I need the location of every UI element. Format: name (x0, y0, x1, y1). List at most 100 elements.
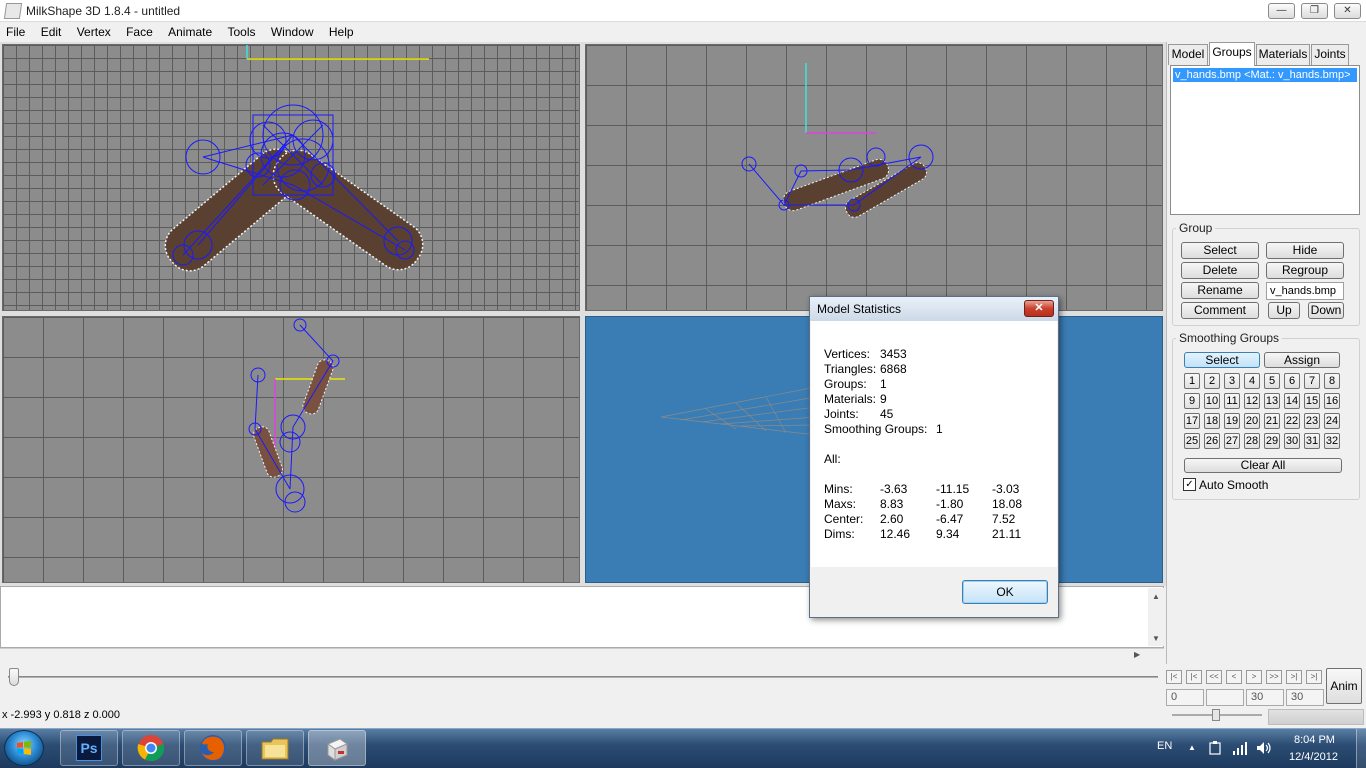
viewport-top[interactable] (585, 44, 1163, 311)
horizontal-scrollbar[interactable]: ▶ (0, 648, 1164, 662)
group-down-button[interactable]: Down (1308, 302, 1344, 319)
tab-joints[interactable]: Joints (1311, 44, 1349, 65)
menu-help[interactable]: Help (323, 22, 360, 39)
smoothing-group-button-32[interactable]: 32 (1324, 433, 1340, 449)
tab-model[interactable]: Model (1168, 44, 1208, 65)
side-view-model (248, 318, 345, 513)
group-regroup-button[interactable]: Regroup (1266, 262, 1344, 279)
smoothing-group-button-3[interactable]: 3 (1224, 373, 1240, 389)
smoothing-group-button-14[interactable]: 14 (1284, 393, 1300, 409)
smoothing-group-button-4[interactable]: 4 (1244, 373, 1260, 389)
frame-current-field[interactable] (1206, 689, 1244, 706)
group-list-item[interactable]: v_hands.bmp <Mat.: v_hands.bmp> (1173, 68, 1357, 82)
rewind-button[interactable]: << (1206, 670, 1222, 684)
close-button[interactable]: ✕ (1334, 3, 1361, 19)
tab-materials[interactable]: Materials (1256, 44, 1310, 65)
smoothing-group-button-30[interactable]: 30 (1284, 433, 1300, 449)
smoothing-group-button-28[interactable]: 28 (1244, 433, 1260, 449)
group-hide-button[interactable]: Hide (1266, 242, 1344, 259)
first-frame-button[interactable]: |< (1166, 670, 1182, 684)
language-indicator[interactable]: EN (1157, 740, 1172, 752)
smoothing-group-button-1[interactable]: 1 (1184, 373, 1200, 389)
next-frame-button[interactable]: > (1246, 670, 1262, 684)
tab-groups[interactable]: Groups (1209, 42, 1255, 66)
ok-button[interactable]: OK (962, 580, 1048, 604)
smoothing-group-button-6[interactable]: 6 (1284, 373, 1300, 389)
show-desktop-button[interactable] (1356, 729, 1366, 768)
network-icon[interactable] (1232, 740, 1248, 756)
smoothing-clear-all-button[interactable]: Clear All (1184, 458, 1342, 473)
menu-vertex[interactable]: Vertex (71, 22, 117, 39)
message-scrollbar[interactable]: ▲ ▼ (1148, 588, 1164, 646)
smoothing-group-button-7[interactable]: 7 (1304, 373, 1320, 389)
next-key-button[interactable]: >| (1286, 670, 1302, 684)
smoothing-group-button-12[interactable]: 12 (1244, 393, 1260, 409)
smoothing-group-button-18[interactable]: 18 (1204, 413, 1220, 429)
taskbar-milkshape[interactable] (308, 730, 366, 766)
dialog-close-button[interactable]: ✕ (1024, 300, 1054, 317)
minimize-button[interactable]: — (1268, 3, 1295, 19)
menu-animate[interactable]: Animate (162, 22, 218, 39)
menu-file[interactable]: File (0, 22, 31, 39)
group-list[interactable] (1170, 65, 1360, 215)
anim-button[interactable]: Anim (1326, 668, 1362, 704)
menu-window[interactable]: Window (265, 22, 320, 39)
smoothing-group-button-21[interactable]: 21 (1264, 413, 1280, 429)
timeline-thumb[interactable] (9, 668, 19, 686)
device-tray-icon[interactable] (1208, 740, 1222, 756)
smoothing-group-button-20[interactable]: 20 (1244, 413, 1260, 429)
taskbar-firefox[interactable] (184, 730, 242, 766)
smoothing-group-button-25[interactable]: 25 (1184, 433, 1200, 449)
menu-edit[interactable]: Edit (35, 22, 68, 39)
group-rename-button[interactable]: Rename (1181, 282, 1259, 299)
group-name-input[interactable]: v_hands.bmp (1266, 282, 1344, 300)
taskbar-chrome[interactable] (122, 730, 180, 766)
smoothing-group-button-27[interactable]: 27 (1224, 433, 1240, 449)
taskbar-photoshop[interactable]: Ps (60, 730, 118, 766)
frame-start-field[interactable]: 0 (1166, 689, 1204, 706)
smoothing-group-button-31[interactable]: 31 (1304, 433, 1320, 449)
smoothing-group-button-29[interactable]: 29 (1264, 433, 1280, 449)
smoothing-select-button[interactable]: Select (1184, 352, 1260, 368)
smoothing-group-button-17[interactable]: 17 (1184, 413, 1200, 429)
smoothing-group-button-26[interactable]: 26 (1204, 433, 1220, 449)
smoothing-group-button-23[interactable]: 23 (1304, 413, 1320, 429)
last-frame-button[interactable]: >| (1306, 670, 1322, 684)
group-select-button[interactable]: Select (1181, 242, 1259, 259)
speed-slider-thumb[interactable] (1212, 709, 1220, 721)
bounds-center-y: -6.47 (936, 512, 964, 526)
group-comment-button[interactable]: Comment (1181, 302, 1259, 319)
clock-date[interactable]: 12/4/2012 (1289, 751, 1338, 763)
auto-smooth-checkbox[interactable]: ✓ (1183, 478, 1196, 491)
smoothing-group-button-11[interactable]: 11 (1224, 393, 1240, 409)
smoothing-group-button-5[interactable]: 5 (1264, 373, 1280, 389)
fast-forward-button[interactable]: >> (1266, 670, 1282, 684)
group-delete-button[interactable]: Delete (1181, 262, 1259, 279)
group-up-button[interactable]: Up (1268, 302, 1300, 319)
smoothing-group-button-13[interactable]: 13 (1264, 393, 1280, 409)
smoothing-assign-button[interactable]: Assign (1264, 352, 1340, 368)
smoothing-group-button-19[interactable]: 19 (1224, 413, 1240, 429)
menu-tools[interactable]: Tools (222, 22, 262, 39)
viewport-front[interactable] (2, 44, 580, 311)
prev-frame-button[interactable]: < (1226, 670, 1242, 684)
volume-icon[interactable] (1256, 740, 1272, 756)
viewport-side[interactable] (2, 316, 580, 583)
menu-face[interactable]: Face (120, 22, 159, 39)
maximize-button[interactable]: ❐ (1301, 3, 1328, 19)
timeline-track[interactable] (8, 676, 1158, 678)
frame-total-field[interactable]: 30 (1286, 689, 1324, 706)
taskbar-explorer[interactable] (246, 730, 304, 766)
clock-time[interactable]: 8:04 PM (1294, 734, 1335, 746)
prev-key-button[interactable]: |< (1186, 670, 1202, 684)
smoothing-group-button-16[interactable]: 16 (1324, 393, 1340, 409)
smoothing-group-button-24[interactable]: 24 (1324, 413, 1340, 429)
smoothing-group-button-9[interactable]: 9 (1184, 393, 1200, 409)
smoothing-group-button-8[interactable]: 8 (1324, 373, 1340, 389)
show-hidden-icons-button[interactable]: ▲ (1188, 743, 1196, 752)
smoothing-group-button-22[interactable]: 22 (1284, 413, 1300, 429)
smoothing-group-button-2[interactable]: 2 (1204, 373, 1220, 389)
frame-end-field[interactable]: 30 (1246, 689, 1284, 706)
smoothing-group-button-10[interactable]: 10 (1204, 393, 1220, 409)
smoothing-group-button-15[interactable]: 15 (1304, 393, 1320, 409)
